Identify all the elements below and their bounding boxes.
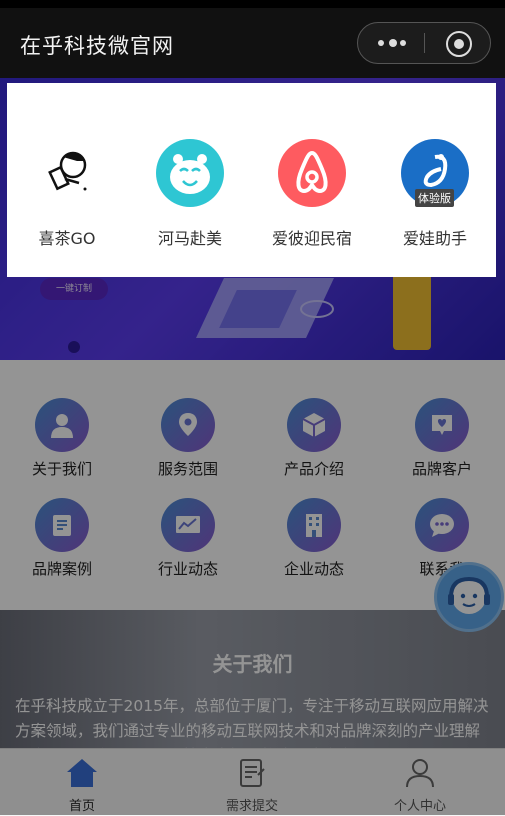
app-label: 喜茶GO xyxy=(38,229,96,248)
app-label: 爱娃助手 xyxy=(402,229,467,248)
app-heytea[interactable]: 喜茶GO xyxy=(12,139,122,249)
close-icon[interactable] xyxy=(446,31,472,57)
app-hippo[interactable]: 河马赴美 xyxy=(135,139,245,249)
app-aiwa[interactable]: 体验版 爱娃助手 xyxy=(380,139,490,249)
app-airbnb[interactable]: 爱彼迎民宿 xyxy=(257,139,367,249)
page-title: 在乎科技微官网 xyxy=(20,34,174,58)
app-label: 河马赴美 xyxy=(157,229,222,248)
hippo-logo xyxy=(156,139,224,207)
airbnb-logo xyxy=(278,139,346,207)
nav-bar: 在乎科技微官网 xyxy=(0,8,505,78)
mini-program-capsule xyxy=(357,22,491,64)
capsule-divider xyxy=(424,33,425,53)
status-bar xyxy=(0,0,505,8)
more-icon[interactable] xyxy=(358,23,424,63)
recent-apps-popup: 喜茶GO 河马赴美 爱彼迎民宿 体验版 爱娃助手 xyxy=(7,83,496,277)
app-label: 爱彼迎民宿 xyxy=(271,229,352,248)
trial-version-badge: 体验版 xyxy=(415,189,454,207)
heytea-logo xyxy=(33,139,101,207)
